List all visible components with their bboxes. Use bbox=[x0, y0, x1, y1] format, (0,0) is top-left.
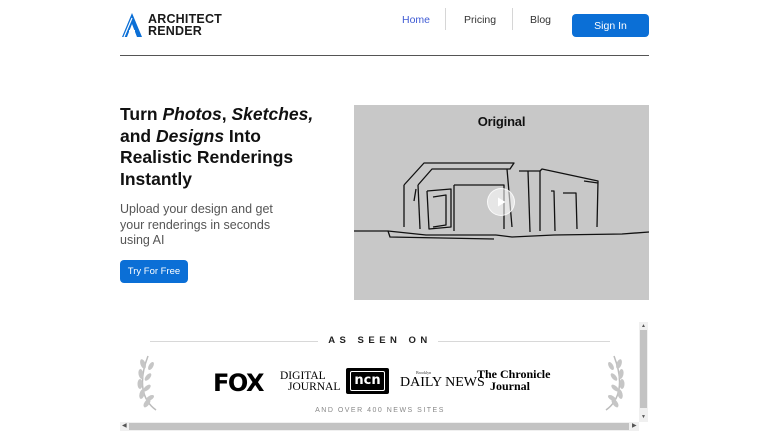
scroll-up-icon[interactable]: ▲ bbox=[640, 323, 647, 329]
daily-news-name: DAILY NEWS bbox=[400, 375, 485, 390]
daily-news-logo: Brooklyn DAILY NEWS bbox=[400, 370, 485, 391]
title-part: Into bbox=[224, 125, 261, 146]
digital-journal-line1: DIGITAL bbox=[280, 370, 326, 382]
laurel-right-icon bbox=[605, 355, 625, 411]
fox-logo: FOX bbox=[213, 369, 264, 397]
site-header: ARCHITECT RENDER Home Pricing Blog Sign … bbox=[120, 8, 649, 56]
hero-title: Turn Photos, Sketches, and Designs Into … bbox=[120, 104, 345, 190]
laurel-left-icon bbox=[137, 355, 157, 411]
scroll-down-icon[interactable]: ▼ bbox=[640, 414, 647, 420]
nav-blog[interactable]: Blog bbox=[530, 14, 551, 26]
chronicle-journal-logo: The Chronicle Journal bbox=[477, 368, 550, 393]
digital-journal-logo: DIGITAL JOURNAL bbox=[280, 371, 340, 392]
nav-home[interactable]: Home bbox=[402, 14, 430, 26]
horizontal-scroll-thumb[interactable] bbox=[129, 423, 629, 430]
nav-divider bbox=[445, 8, 446, 30]
title-part: , bbox=[221, 104, 232, 124]
brand-name: ARCHITECT RENDER bbox=[148, 12, 222, 38]
press-heading: AS SEEN ON bbox=[328, 335, 432, 346]
press-footer-note: AND OVER 400 NEWS SITES bbox=[315, 407, 445, 414]
title-part: and bbox=[120, 125, 156, 146]
daily-news-tagline: Brooklyn bbox=[416, 370, 432, 375]
title-emphasis-sketches: Sketches, bbox=[231, 104, 314, 124]
header-divider bbox=[120, 55, 649, 56]
ncn-logo-text: ncn bbox=[350, 371, 385, 391]
play-icon bbox=[498, 197, 506, 207]
title-part: Turn bbox=[120, 104, 163, 124]
horizontal-scrollbar[interactable]: ◀ ▶ bbox=[120, 422, 639, 431]
title-part: Instantly bbox=[120, 168, 192, 189]
play-button[interactable] bbox=[487, 188, 515, 216]
brand-logo[interactable]: ARCHITECT RENDER bbox=[120, 12, 222, 38]
press-logos: FOX DIGITAL JOURNAL ncn Brooklyn DAILY N… bbox=[213, 366, 553, 398]
vertical-scroll-thumb[interactable] bbox=[640, 330, 647, 408]
ncn-logo: ncn bbox=[346, 368, 389, 394]
demo-video[interactable]: Original bbox=[354, 105, 649, 300]
sign-in-button[interactable]: Sign In bbox=[572, 14, 649, 37]
video-label: Original bbox=[477, 114, 526, 129]
brand-line2: RENDER bbox=[148, 24, 202, 38]
chronicle-line2: Journal bbox=[490, 378, 531, 393]
a-logo-icon bbox=[122, 13, 142, 38]
hero-subtitle: Upload your design and get your renderin… bbox=[120, 202, 273, 247]
nav-pricing[interactable]: Pricing bbox=[464, 14, 496, 26]
vertical-scrollbar[interactable]: ▲ ▼ bbox=[639, 322, 648, 422]
title-emphasis-designs: Designs bbox=[155, 125, 225, 146]
press-section: AS SEEN ON FOX DIGITAL JOURNAL ncn Brook… bbox=[120, 322, 648, 432]
try-for-free-button[interactable]: Try For Free bbox=[120, 260, 188, 283]
digital-journal-line2: JOURNAL bbox=[288, 380, 341, 393]
scroll-right-icon[interactable]: ▶ bbox=[632, 423, 637, 430]
title-part: Realistic Renderings bbox=[120, 147, 294, 167]
title-emphasis-photos: Photos bbox=[162, 104, 222, 124]
scroll-left-icon[interactable]: ◀ bbox=[122, 423, 127, 430]
nav-divider bbox=[512, 8, 513, 30]
